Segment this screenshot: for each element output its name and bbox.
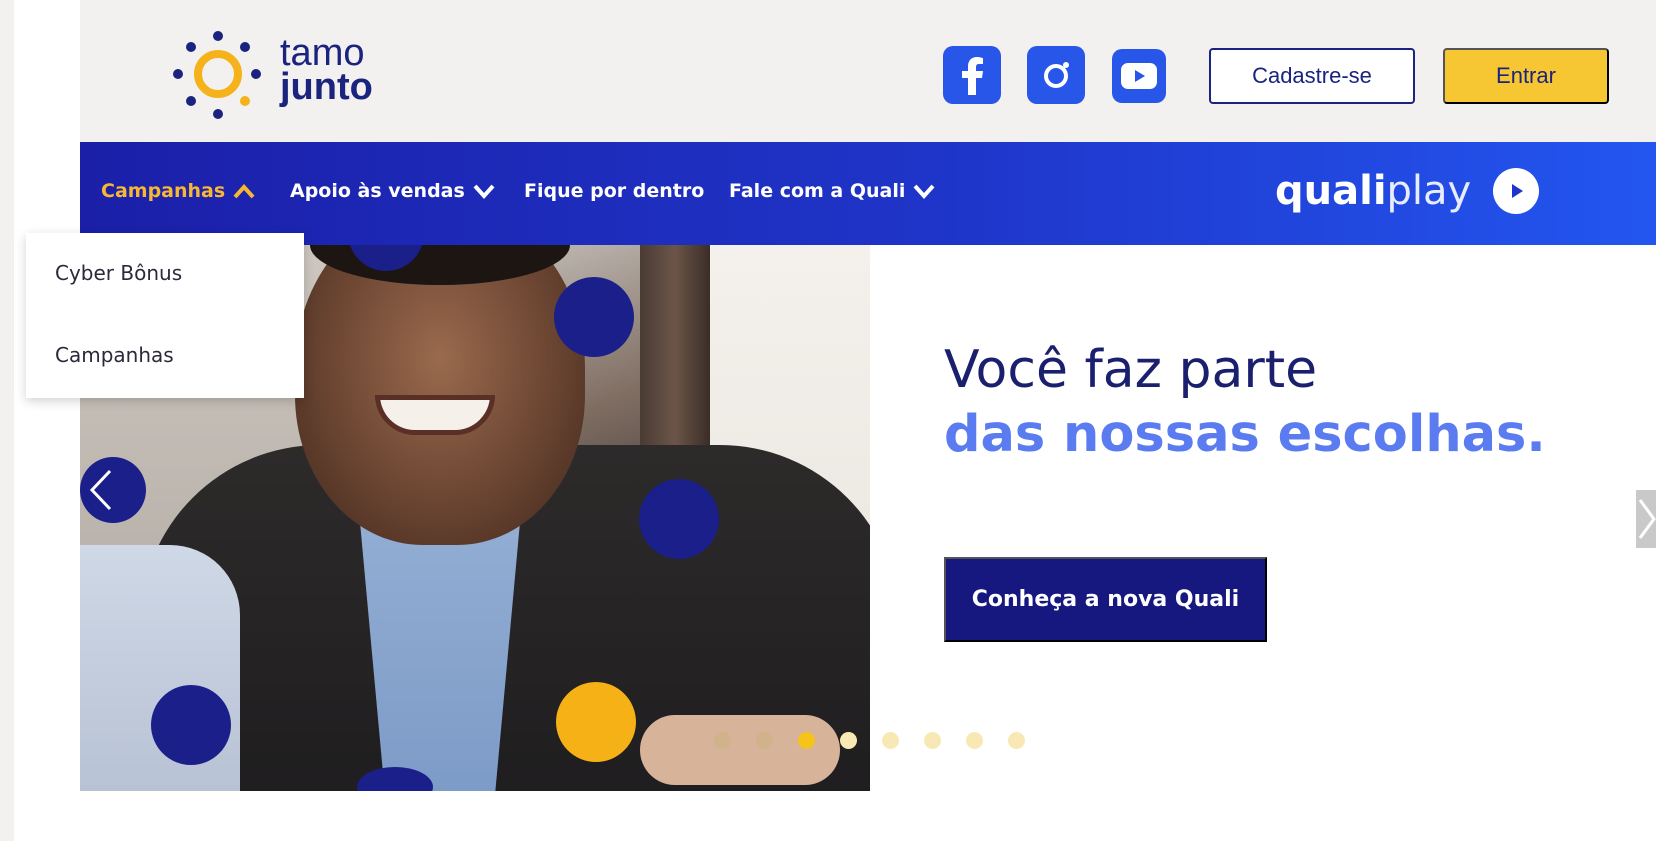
- chevron-right-icon: [1638, 499, 1656, 539]
- nav-item-label: Fale com a Quali: [729, 180, 906, 202]
- youtube-icon: [1121, 63, 1157, 89]
- facebook-icon: [962, 57, 983, 95]
- left-strip: [14, 8, 80, 841]
- youtube-link[interactable]: [1112, 49, 1166, 103]
- logo-text: tamo junto: [280, 34, 373, 106]
- nav-item-fale-com-quali[interactable]: Fale com a Quali: [729, 180, 935, 202]
- nav-item-label: Fique por dentro: [524, 180, 705, 202]
- sun-logo-icon: [173, 31, 261, 119]
- decor-dot: [151, 685, 231, 765]
- facebook-link[interactable]: [943, 46, 1001, 104]
- dropdown-item-cyber-bonus[interactable]: Cyber Bônus: [55, 261, 182, 285]
- decor-dot: [556, 682, 636, 762]
- page: tamo junto Cadastre-se Entrar Campanhas …: [0, 0, 1656, 841]
- carousel-prev-button[interactable]: [80, 457, 146, 523]
- nav-item-campanhas[interactable]: Campanhas: [101, 180, 255, 202]
- instagram-link[interactable]: [1027, 46, 1085, 104]
- nav-item-label: Apoio às vendas: [290, 180, 465, 202]
- instagram-icon: [1044, 62, 1069, 88]
- chevron-up-icon: [233, 184, 255, 199]
- carousel-next-button[interactable]: [1636, 490, 1656, 548]
- chevron-down-icon: [913, 184, 935, 199]
- nav-item-label: Campanhas: [101, 180, 226, 202]
- top-header: tamo junto Cadastre-se Entrar: [80, 0, 1656, 142]
- nav-item-fique-por-dentro[interactable]: Fique por dentro: [524, 180, 704, 202]
- main-nav: Campanhas Apoio às vendas Fique por dent…: [80, 142, 1656, 246]
- chevron-left-icon: [89, 469, 112, 511]
- qualiplay-link[interactable]: qualiplay: [1275, 168, 1540, 214]
- cta-button[interactable]: Conheça a nova Quali: [944, 557, 1267, 642]
- carousel-dot[interactable]: [714, 732, 731, 749]
- play-icon: [1493, 168, 1540, 214]
- carousel-dot[interactable]: [756, 732, 773, 749]
- campanhas-dropdown: Cyber Bônus Campanhas: [26, 233, 304, 398]
- qualiplay-logo: qualiplay: [1275, 168, 1472, 214]
- dropdown-item-campanhas[interactable]: Campanhas: [55, 343, 174, 367]
- carousel-dot[interactable]: [840, 732, 857, 749]
- logo[interactable]: tamo junto: [170, 26, 400, 126]
- carousel-dot[interactable]: [882, 732, 899, 749]
- hero-title-line2: das nossas escolhas.: [944, 405, 1546, 464]
- carousel-dot[interactable]: [966, 732, 983, 749]
- carousel-indicators: [714, 732, 1025, 749]
- hero-title-line1: Você faz parte: [944, 340, 1318, 400]
- carousel-dot[interactable]: [1008, 732, 1025, 749]
- login-button[interactable]: Entrar: [1443, 48, 1609, 104]
- left-gutter: [0, 0, 14, 841]
- logo-word-junto: junto: [280, 66, 373, 108]
- carousel-dot[interactable]: [798, 732, 815, 749]
- decor-dot: [639, 479, 719, 559]
- register-button[interactable]: Cadastre-se: [1209, 48, 1415, 104]
- carousel-dot[interactable]: [924, 732, 941, 749]
- chevron-down-icon: [473, 184, 495, 199]
- nav-item-apoio-vendas[interactable]: Apoio às vendas: [290, 180, 495, 202]
- decor-dot: [554, 277, 634, 357]
- hero-carousel: Você faz parte das nossas escolhas. Conh…: [80, 245, 1656, 791]
